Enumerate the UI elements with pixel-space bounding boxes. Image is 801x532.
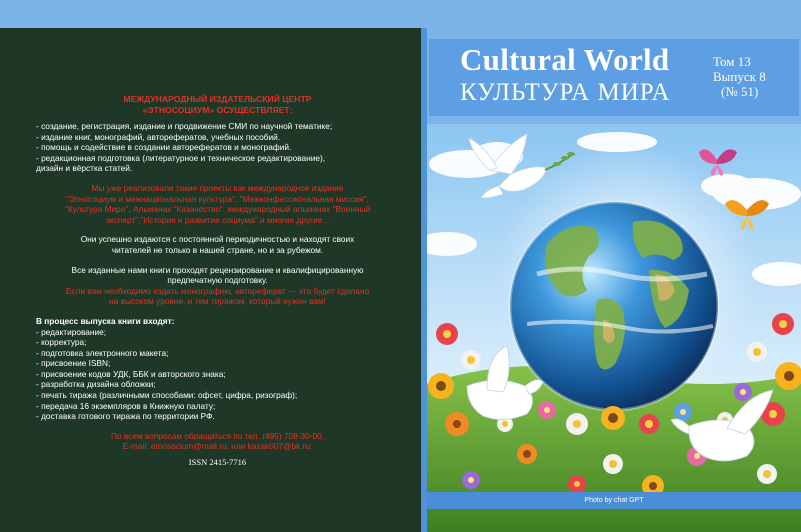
services-item: - создание, регистрация, издание и продв… bbox=[36, 121, 333, 131]
publisher-heading-1: МЕЖДУНАРОДНЫЙ ИЗДАТЕЛЬСКИЙ ЦЕНТР bbox=[123, 94, 312, 104]
photo-credit: Photo by chat GPT bbox=[427, 492, 801, 509]
process-title: В процесс выпуска книги входят: bbox=[36, 315, 175, 326]
number-label: (№ 51) bbox=[721, 84, 759, 99]
review-line: предпечатную подготовку. bbox=[167, 275, 268, 286]
process-item: - подготовка электронного макета; bbox=[36, 347, 169, 358]
projects-line: эксперт","История и развитие социума" и … bbox=[105, 214, 330, 225]
offer-block: Если вам необходимо издать монографию, а… bbox=[36, 286, 399, 307]
issue-label: Выпуск 8 bbox=[713, 69, 766, 84]
process-item: - печать тиража (различными способами: о… bbox=[36, 390, 298, 401]
projects-line: "Этносоциум и межнациональная культура",… bbox=[66, 193, 369, 204]
earth-flowers-image bbox=[427, 124, 801, 532]
review-block: Все изданные нами книги проходят рецензи… bbox=[36, 265, 399, 286]
title-box: Cultural World КУЛЬТУРА МИРА Том 13 Выпу… bbox=[429, 39, 799, 116]
back-cover: МЕЖДУНАРОДНЫЙ ИЗДАТЕЛЬСКИЙ ЦЕНТР «ЭТНОСО… bbox=[0, 28, 421, 532]
process-item: - доставка готового тиража по территории… bbox=[36, 411, 215, 422]
services-item: - помощь и содействие в создании автореф… bbox=[36, 142, 292, 153]
success-line: читателей не только в нашей стране, но и… bbox=[111, 244, 324, 255]
top-band bbox=[0, 0, 801, 28]
publisher-heading-2: «ЭТНОСОЦИУМ» ОСУЩЕСТВЛЯЕТ: bbox=[142, 105, 293, 115]
services-item: - издание книг, монографий, автореферато… bbox=[36, 131, 281, 142]
front-cover: Cultural World КУЛЬТУРА МИРА Том 13 Выпу… bbox=[427, 28, 801, 532]
success-block: Они успешно издаются с постоянной период… bbox=[36, 234, 399, 255]
process-list: - редактирование; - корректура; - подгот… bbox=[36, 327, 399, 422]
volume-label: Том 13 bbox=[713, 54, 751, 69]
projects-line: "Культура Мира", Альманах "Казачество", … bbox=[64, 204, 371, 215]
offer-line: на высоком уровне, и тем тиражом, которы… bbox=[109, 296, 326, 307]
process-item: - присвоение ISBN; bbox=[36, 358, 111, 369]
issue-info: Том 13 Выпуск 8 (№ 51) bbox=[713, 54, 801, 99]
success-line: Они успешно издаются с постоянной период… bbox=[80, 234, 355, 245]
contact-email: E-mail: etnosocium@mail.ru, или kazak007… bbox=[122, 441, 313, 452]
process-item: - передача 16 экземпляров в Книжную пала… bbox=[36, 400, 216, 411]
review-line: Все изданные нами книги проходят рецензи… bbox=[71, 264, 364, 275]
projects-line: Мы уже реализовали такие проекты как меж… bbox=[91, 182, 344, 193]
process-item: - присвоение кодов УДК, ББК и авторского… bbox=[36, 368, 226, 379]
process-item: - корректура; bbox=[36, 337, 87, 348]
title-russian: КУЛЬТУРА МИРА bbox=[460, 79, 671, 106]
title-english: Cultural World bbox=[460, 42, 670, 77]
projects-block: Мы уже реализовали такие проекты как меж… bbox=[36, 183, 399, 225]
cover-illustration bbox=[427, 124, 801, 532]
contact-phone: По всем вопросам обращаться по тел. (495… bbox=[110, 430, 325, 441]
services-item: дизайн и вёрстка статей. bbox=[36, 163, 133, 174]
services-item: - редакционная подготовка (литературное … bbox=[36, 152, 326, 163]
offer-line: Если вам необходимо издать монографию, а… bbox=[65, 285, 370, 296]
issn-number: ISSN 2415-7716 bbox=[188, 457, 247, 468]
services-list: - создание, регистрация, издание и продв… bbox=[36, 121, 399, 174]
process-item: - разработка дизайна обложки; bbox=[36, 379, 156, 390]
process-item: - редактирование; bbox=[36, 326, 107, 337]
